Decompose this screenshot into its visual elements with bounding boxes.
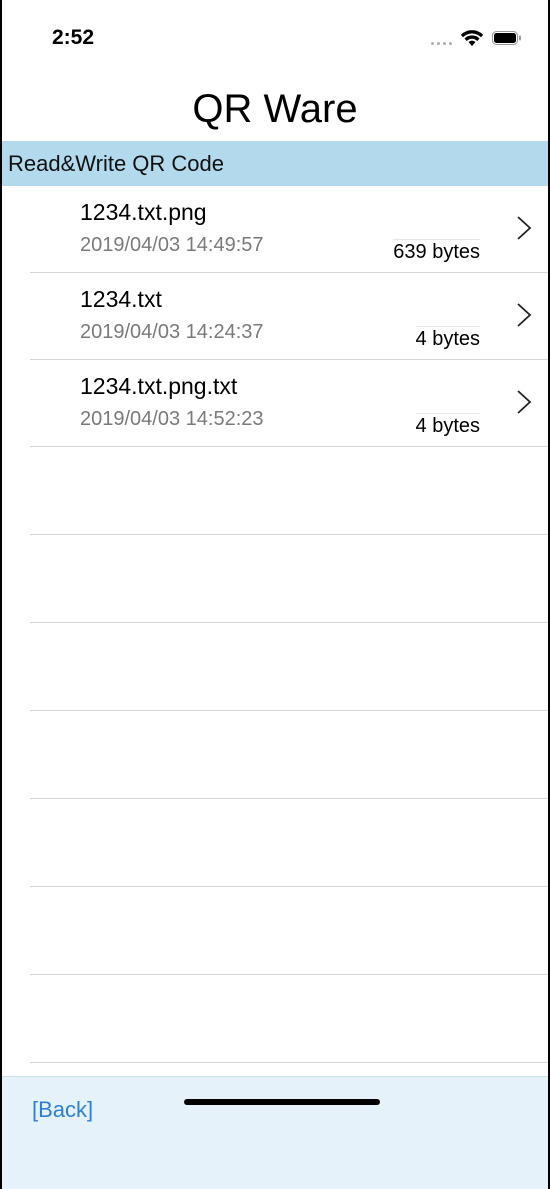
file-list: 1234.txt.png 2019/04/03 14:49:57 639 byt… [2, 186, 548, 1063]
chevron-right-icon [517, 303, 532, 327]
home-indicator[interactable] [184, 1099, 380, 1105]
file-name: 1234.txt.png [80, 199, 207, 225]
file-size: 639 bytes [393, 239, 480, 263]
back-button[interactable]: [Back] [32, 1097, 93, 1123]
empty-row [30, 799, 548, 887]
empty-row [30, 535, 548, 623]
file-row[interactable]: 1234.txt.png.txt 2019/04/03 14:52:23 4 b… [2, 360, 548, 447]
empty-row [30, 447, 548, 535]
battery-icon [492, 31, 521, 45]
page-title: QR Ware [192, 87, 358, 131]
chevron-right-icon [517, 390, 532, 414]
file-name: 1234.txt [80, 286, 162, 312]
file-row[interactable]: 1234.txt.png 2019/04/03 14:49:57 639 byt… [2, 186, 548, 273]
status-icons [431, 28, 522, 48]
empty-row [30, 711, 548, 799]
file-date: 2019/04/03 14:52:23 [80, 408, 264, 430]
file-row[interactable]: 1234.txt 2019/04/03 14:24:37 4 bytes [2, 273, 548, 360]
file-size: 4 bytes [415, 326, 480, 350]
file-date: 2019/04/03 14:24:37 [80, 321, 264, 343]
file-size: 4 bytes [415, 413, 480, 437]
file-date: 2019/04/03 14:49:57 [80, 234, 264, 256]
app-screen: 2:52 QR Ware Read&Write QR Code 1234.txt… [0, 0, 550, 1189]
file-name: 1234.txt.png.txt [80, 373, 238, 399]
empty-row [30, 623, 548, 711]
chevron-right-icon [517, 216, 532, 240]
empty-row [30, 887, 548, 975]
status-bar: 2:52 [2, 0, 548, 78]
empty-row [30, 975, 548, 1063]
section-header: Read&Write QR Code [2, 141, 548, 186]
bottom-toolbar: [Back] [2, 1076, 548, 1189]
cellular-signal-icon [431, 31, 452, 45]
status-time: 2:52 [52, 26, 95, 49]
wifi-icon [460, 30, 484, 46]
